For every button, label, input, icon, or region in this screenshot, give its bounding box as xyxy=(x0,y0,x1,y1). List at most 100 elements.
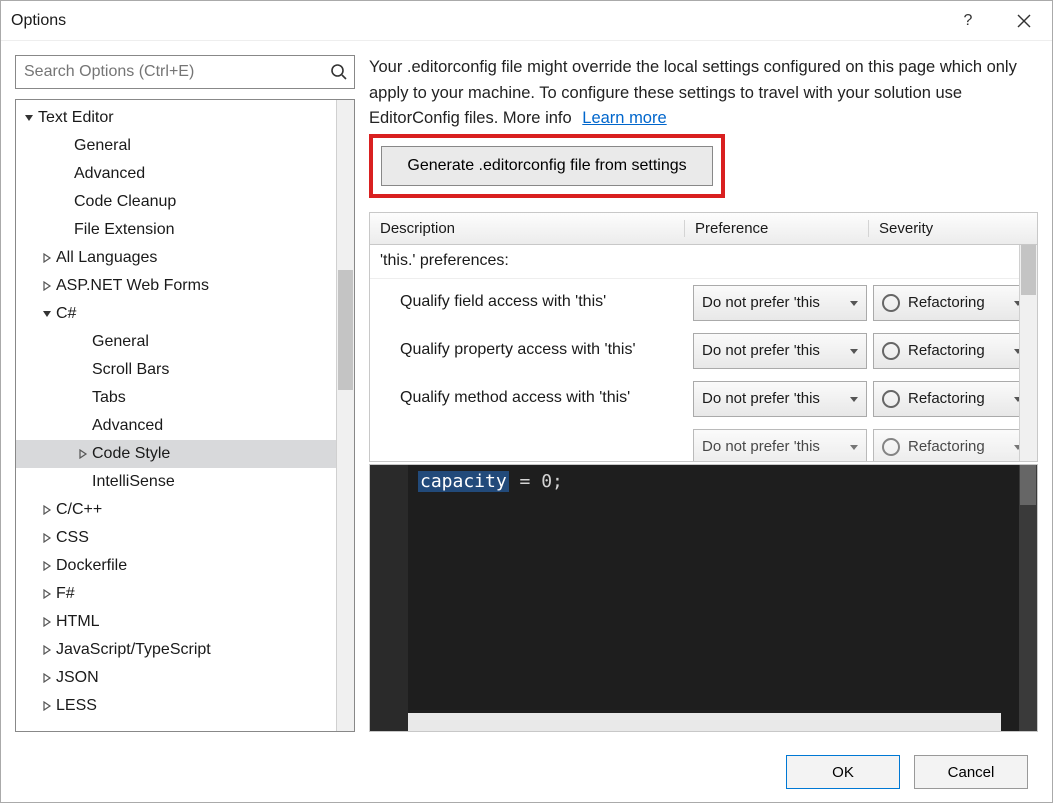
preference-dropdown[interactable]: Do not prefer 'this xyxy=(693,429,867,461)
tree-item[interactable]: File Extension xyxy=(16,216,336,244)
preference-value: Do not prefer 'this xyxy=(702,438,846,455)
chevron-right-icon[interactable] xyxy=(76,447,90,461)
code-h-scrollbar[interactable] xyxy=(408,713,1001,731)
col-severity[interactable]: Severity xyxy=(869,220,1037,237)
chevron-down-icon xyxy=(846,442,862,452)
options-tree: Text EditorGeneralAdvancedCode CleanupFi… xyxy=(15,99,355,732)
close-button[interactable] xyxy=(996,1,1052,41)
severity-dropdown[interactable]: Refactoring xyxy=(873,381,1031,417)
row-description: Qualify method access with 'this' xyxy=(370,382,693,415)
tree-item[interactable]: General xyxy=(16,328,336,356)
tree-scrollbar[interactable] xyxy=(336,100,354,731)
generate-editorconfig-button[interactable]: Generate .editorconfig file from setting… xyxy=(381,146,713,186)
tree-item[interactable]: Text Editor xyxy=(16,104,336,132)
tree-item[interactable]: Advanced xyxy=(16,160,336,188)
learn-more-link[interactable]: Learn more xyxy=(582,109,666,127)
tree-spacer xyxy=(58,223,72,237)
generate-button-highlight: Generate .editorconfig file from setting… xyxy=(369,134,725,198)
code-highlighted-word: capacity xyxy=(418,471,509,492)
chevron-right-icon[interactable] xyxy=(40,251,54,265)
tree-item-label: General xyxy=(92,333,149,351)
chevron-right-icon[interactable] xyxy=(40,503,54,517)
grid-group-row: 'this.' preferences: xyxy=(370,245,1037,279)
tree-item[interactable]: Dockerfile xyxy=(16,552,336,580)
tree-item-label: JavaScript/TypeScript xyxy=(56,641,211,659)
chevron-right-icon[interactable] xyxy=(40,559,54,573)
tree-item-label: Advanced xyxy=(74,165,145,183)
tree-item[interactable]: LESS xyxy=(16,692,336,720)
tree-item-label: Code Cleanup xyxy=(74,193,176,211)
tree-item[interactable]: F# xyxy=(16,580,336,608)
tree-item[interactable]: JavaScript/TypeScript xyxy=(16,636,336,664)
preference-value: Do not prefer 'this xyxy=(702,390,846,407)
grid-body: 'this.' preferences: Qualify field acces… xyxy=(370,245,1037,461)
preference-dropdown[interactable]: Do not prefer 'this xyxy=(693,381,867,417)
severity-dropdown[interactable]: Refactoring xyxy=(873,285,1031,321)
tree-item[interactable]: C# xyxy=(16,300,336,328)
tree-item[interactable]: All Languages xyxy=(16,244,336,272)
tree-item-label: C/C++ xyxy=(56,501,102,519)
severity-ring-icon xyxy=(882,342,900,360)
left-panel: Text EditorGeneralAdvancedCode CleanupFi… xyxy=(15,55,355,732)
code-v-scrollbar[interactable] xyxy=(1019,465,1037,731)
chevron-right-icon[interactable] xyxy=(40,699,54,713)
severity-dropdown[interactable]: Refactoring xyxy=(873,333,1031,369)
grid-row: Qualify field access with 'this'Do not p… xyxy=(370,279,1037,327)
severity-value: Refactoring xyxy=(908,390,1010,407)
preference-value: Do not prefer 'this xyxy=(702,342,846,359)
search-input[interactable] xyxy=(16,56,324,88)
preference-dropdown[interactable]: Do not prefer 'this xyxy=(693,285,867,321)
help-button[interactable]: ? xyxy=(940,1,996,41)
preference-dropdown[interactable]: Do not prefer 'this xyxy=(693,333,867,369)
code-v-thumb[interactable] xyxy=(1020,465,1036,505)
tree-item-label: Dockerfile xyxy=(56,557,127,575)
window-title: Options xyxy=(11,12,940,30)
grid-scrollbar[interactable] xyxy=(1019,245,1037,461)
chevron-right-icon[interactable] xyxy=(40,279,54,293)
col-description[interactable]: Description xyxy=(370,220,685,237)
tree-item-label: Advanced xyxy=(92,417,163,435)
right-panel: Your .editorconfig file might override t… xyxy=(369,55,1038,732)
tree-item[interactable]: Tabs xyxy=(16,384,336,412)
tree-item[interactable]: Advanced xyxy=(16,412,336,440)
chevron-down-icon[interactable] xyxy=(22,111,36,125)
tree-item[interactable]: Code Style xyxy=(16,440,336,468)
chevron-right-icon[interactable] xyxy=(40,671,54,685)
col-preference[interactable]: Preference xyxy=(685,220,869,237)
search-icon xyxy=(324,63,354,81)
tree-item[interactable]: General xyxy=(16,132,336,160)
tree-item[interactable]: HTML xyxy=(16,608,336,636)
row-description: Qualify field access with 'this' xyxy=(370,286,693,319)
tree-item[interactable]: ASP.NET Web Forms xyxy=(16,272,336,300)
tree-item[interactable]: JSON xyxy=(16,664,336,692)
chevron-down-icon[interactable] xyxy=(40,307,54,321)
code-style-grid: Description Preference Severity 'this.' … xyxy=(369,212,1038,462)
grid-scroll-thumb[interactable] xyxy=(1021,245,1036,295)
tree-item-label: F# xyxy=(56,585,75,603)
tree-spacer xyxy=(76,335,90,349)
search-box[interactable] xyxy=(15,55,355,89)
tree-scroll-thumb[interactable] xyxy=(338,270,353,390)
editorconfig-notice: Your .editorconfig file might override t… xyxy=(369,55,1038,132)
severity-dropdown[interactable]: Refactoring xyxy=(873,429,1031,461)
cancel-button[interactable]: Cancel xyxy=(914,755,1028,789)
chevron-right-icon[interactable] xyxy=(40,587,54,601)
chevron-right-icon[interactable] xyxy=(40,531,54,545)
tree-item[interactable]: Scroll Bars xyxy=(16,356,336,384)
chevron-right-icon[interactable] xyxy=(40,643,54,657)
severity-value: Refactoring xyxy=(908,438,1010,455)
chevron-right-icon[interactable] xyxy=(40,615,54,629)
tree-item-label: LESS xyxy=(56,697,97,715)
tree-item-label: Tabs xyxy=(92,389,126,407)
grid-header: Description Preference Severity xyxy=(370,213,1037,245)
titlebar: Options ? xyxy=(1,1,1052,41)
ok-button[interactable]: OK xyxy=(786,755,900,789)
tree-item[interactable]: C/C++ xyxy=(16,496,336,524)
tree-item[interactable]: CSS xyxy=(16,524,336,552)
tree-item[interactable]: IntelliSense xyxy=(16,468,336,496)
severity-value: Refactoring xyxy=(908,294,1010,311)
code-rest: = 0; xyxy=(509,471,563,492)
severity-ring-icon xyxy=(882,294,900,312)
chevron-down-icon xyxy=(846,394,862,404)
tree-item[interactable]: Code Cleanup xyxy=(16,188,336,216)
